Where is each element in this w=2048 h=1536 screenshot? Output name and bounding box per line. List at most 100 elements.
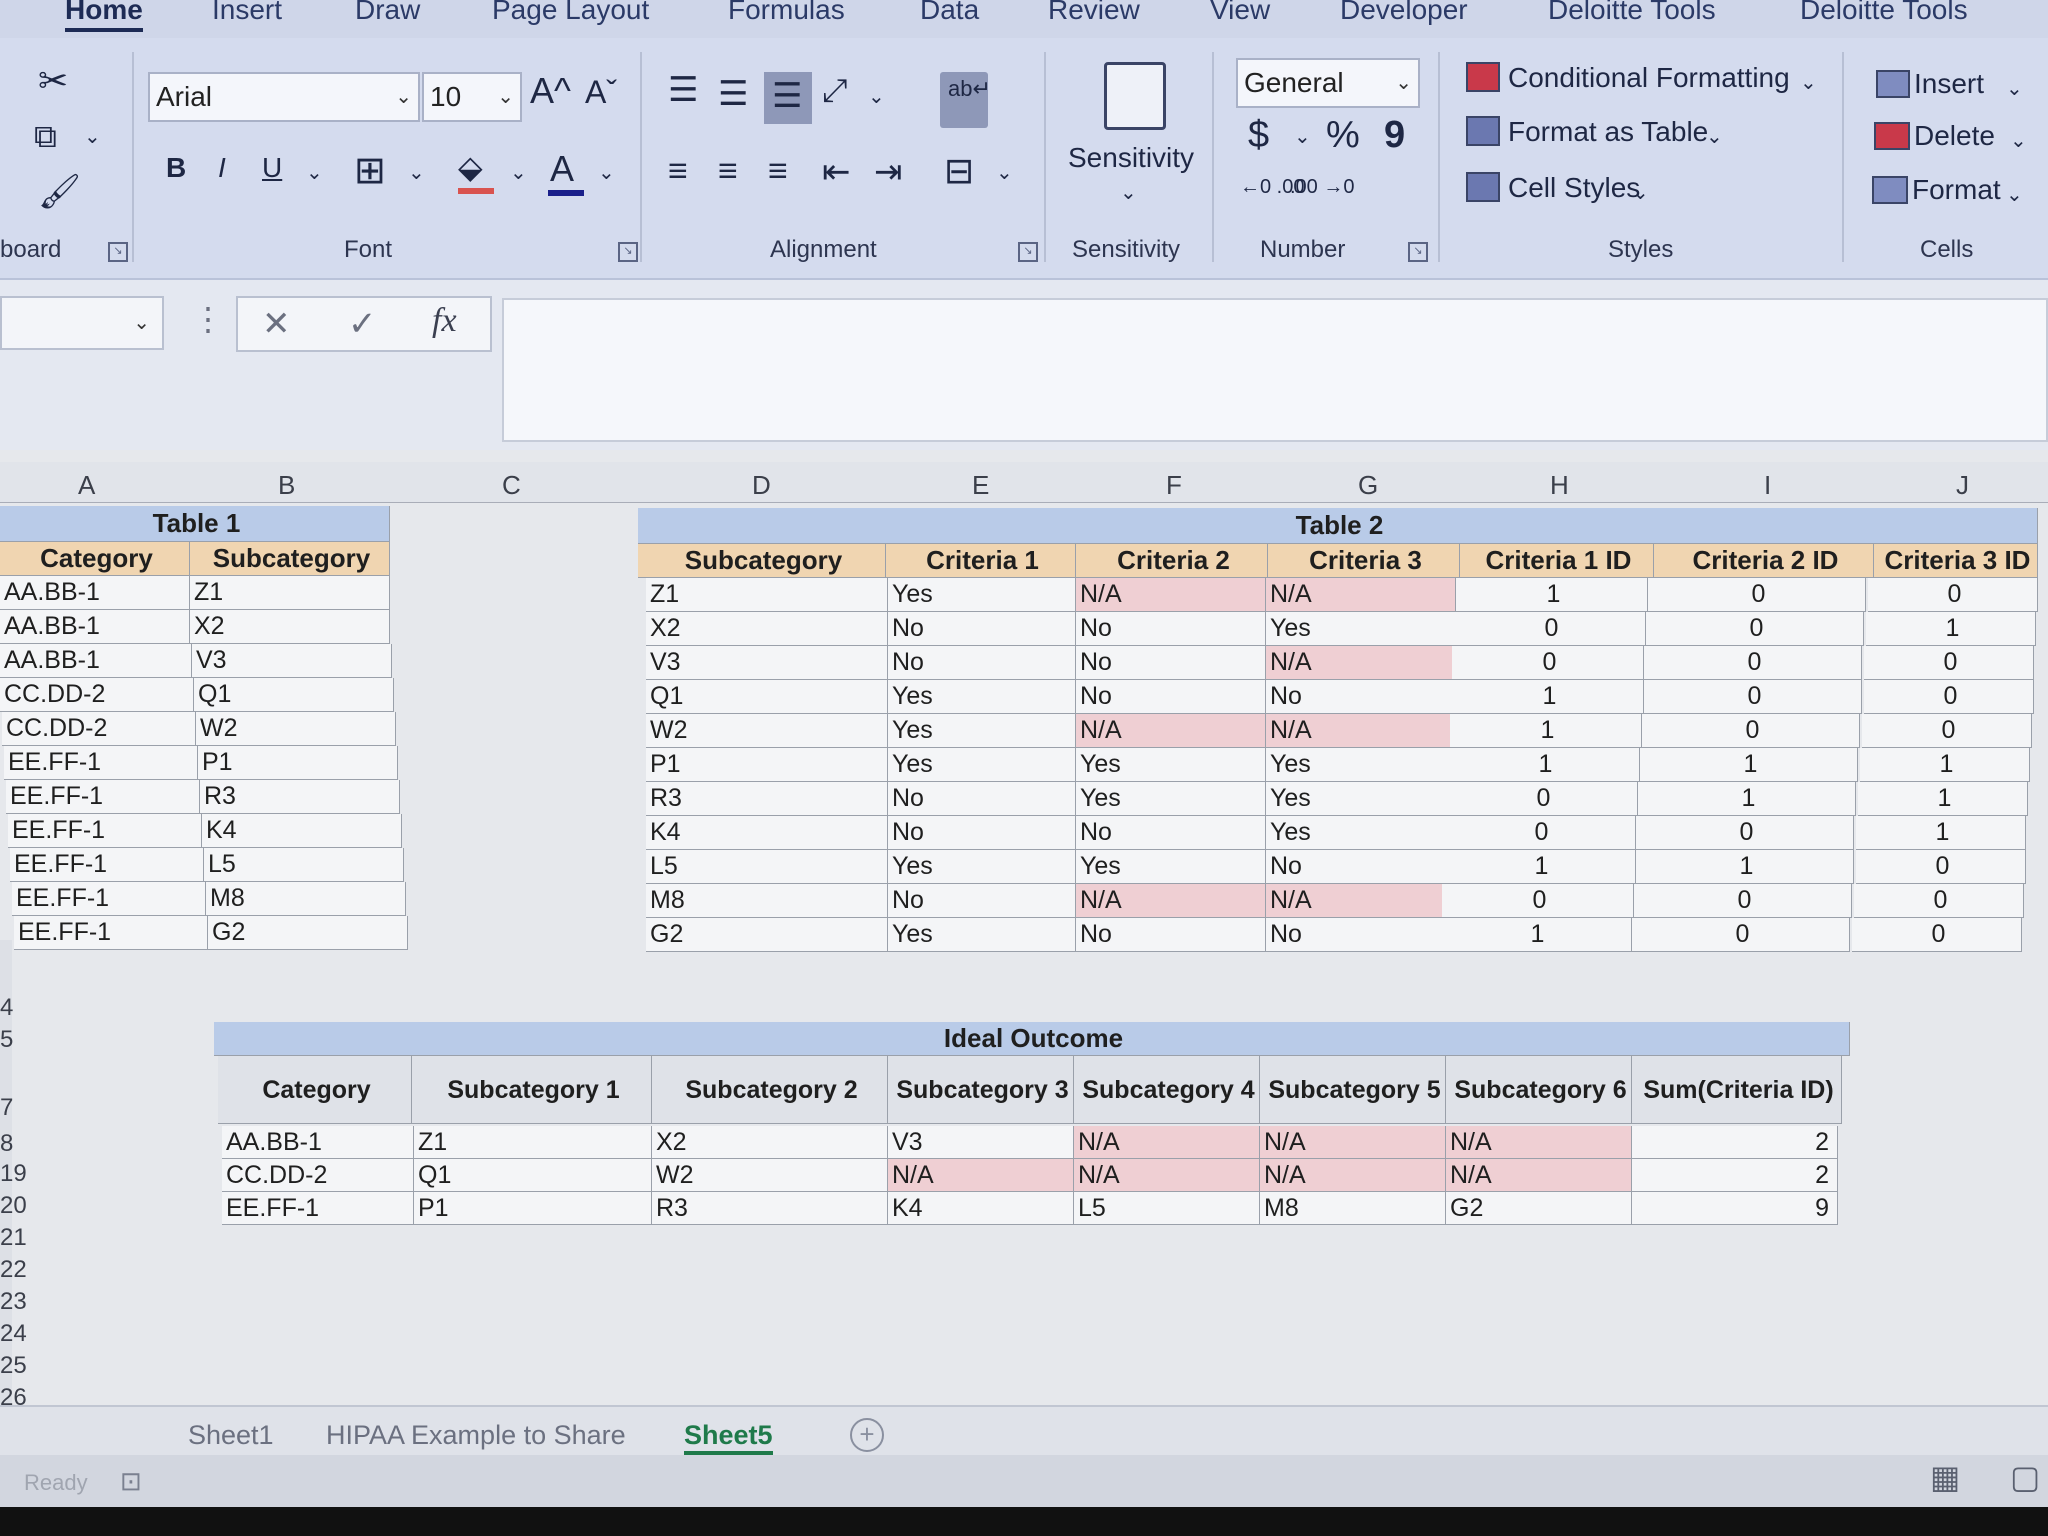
row-number[interactable]: 4 <box>0 994 13 1022</box>
table2-cell[interactable]: No <box>1076 918 1266 952</box>
row-number[interactable]: 22 <box>0 1256 27 1284</box>
table2-cell[interactable]: 1 <box>1858 782 2028 816</box>
tab-page-layout[interactable]: Page Layout <box>492 0 649 26</box>
table2-cell[interactable]: W2 <box>646 714 888 748</box>
table2-cell[interactable]: 1 <box>1866 612 2036 646</box>
ideal-cell[interactable]: N/A <box>1074 1159 1260 1192</box>
format-cells-button[interactable]: Format <box>1912 174 2001 206</box>
table2-cell[interactable]: No <box>1076 646 1266 680</box>
table2-cell[interactable]: 0 <box>1454 612 1646 646</box>
table1-cell-subcategory[interactable]: Z1 <box>190 576 390 610</box>
table2-cell[interactable]: No <box>888 646 1076 680</box>
table2-cell[interactable]: Yes <box>888 680 1076 714</box>
copy-icon[interactable]: ⧉ <box>34 118 57 156</box>
ideal-cell[interactable]: K4 <box>888 1192 1074 1225</box>
row-number[interactable]: 19 <box>0 1160 27 1188</box>
table2-cell[interactable]: 0 <box>1862 714 2032 748</box>
ideal-cell[interactable]: AA.BB-1 <box>222 1126 414 1159</box>
table1-cell-category[interactable]: CC.DD-2 <box>2 712 196 746</box>
shrink-font-button[interactable]: Aˇ <box>585 74 617 111</box>
table1-header-category[interactable]: Category <box>0 542 190 576</box>
column-header-d[interactable]: D <box>752 470 771 501</box>
ideal-cell[interactable]: 9 <box>1632 1192 1838 1225</box>
table1-cell-subcategory[interactable]: M8 <box>206 882 406 916</box>
table2-cell[interactable]: Yes <box>1076 782 1266 816</box>
row-number[interactable]: 24 <box>0 1320 27 1348</box>
more-options-icon[interactable]: ⋮ <box>192 300 224 338</box>
table2-header[interactable]: Criteria 3 <box>1268 544 1460 578</box>
table2-cell[interactable]: No <box>1266 850 1456 884</box>
bold-button[interactable]: B <box>166 152 186 184</box>
ideal-header[interactable]: Category <box>218 1056 412 1124</box>
table2-header[interactable]: Criteria 2 <box>1076 544 1268 578</box>
ideal-cell[interactable]: L5 <box>1074 1192 1260 1225</box>
page-layout-view-icon[interactable]: ▢ <box>2010 1458 2040 1496</box>
tab-review[interactable]: Review <box>1048 0 1140 26</box>
table2-cell[interactable]: Yes <box>1266 782 1456 816</box>
currency-button[interactable]: $ <box>1248 114 1269 157</box>
table2-cell[interactable]: 0 <box>1864 680 2034 714</box>
table2-cell[interactable]: 1 <box>1444 850 1636 884</box>
table2-cell[interactable]: Yes <box>888 850 1076 884</box>
table2-header[interactable]: Criteria 1 ID <box>1460 544 1654 578</box>
insert-dropdown-icon[interactable]: ⌄ <box>2006 76 2023 101</box>
table2-cell[interactable]: 1 <box>1856 816 2026 850</box>
ideal-header[interactable]: Subcategory 1 <box>412 1056 652 1124</box>
table2-cell[interactable]: 1 <box>1448 748 1640 782</box>
currency-dropdown-icon[interactable]: ⌄ <box>1294 124 1311 149</box>
table1-cell-subcategory[interactable]: R3 <box>200 780 400 814</box>
table2-header[interactable]: Criteria 2 ID <box>1654 544 1874 578</box>
table2-cell[interactable]: No <box>888 612 1076 646</box>
column-header-f[interactable]: F <box>1166 470 1182 501</box>
ideal-header[interactable]: Sum(Criteria ID) <box>1632 1056 1842 1124</box>
align-middle-icon[interactable]: ☰ <box>718 74 748 114</box>
comma-button[interactable]: 9 <box>1384 114 1405 157</box>
grow-font-button[interactable]: A^ <box>530 70 571 112</box>
table2-cell[interactable]: 0 <box>1646 612 1864 646</box>
tab-insert[interactable]: Insert <box>212 0 282 26</box>
font-color-dropdown-icon[interactable]: ⌄ <box>598 160 615 185</box>
ideal-cell[interactable]: 2 <box>1632 1126 1838 1159</box>
table2-cell[interactable]: L5 <box>646 850 888 884</box>
table2-cell[interactable]: 0 <box>1868 578 2038 612</box>
table2-cell[interactable]: 1 <box>1450 714 1642 748</box>
add-sheet-icon[interactable]: + <box>850 1418 884 1452</box>
format-dropdown-icon[interactable]: ⌄ <box>2006 182 2023 207</box>
row-number[interactable]: 23 <box>0 1288 27 1316</box>
ideal-header[interactable]: Subcategory 4 <box>1074 1056 1260 1124</box>
table2-cell[interactable]: No <box>888 782 1076 816</box>
table2-cell[interactable]: 1 <box>1640 748 1858 782</box>
format-as-table-dropdown-icon[interactable]: ⌄ <box>1706 124 1723 149</box>
ideal-cell[interactable]: 2 <box>1632 1159 1838 1192</box>
column-header-c[interactable]: C <box>502 470 521 501</box>
table2-header[interactable]: Subcategory <box>638 544 886 578</box>
table1-cell-category[interactable]: EE.FF-1 <box>10 848 204 882</box>
table1-cell-subcategory[interactable]: G2 <box>208 916 408 950</box>
ideal-header[interactable]: Subcategory 6 <box>1446 1056 1632 1124</box>
table2-cell[interactable]: 0 <box>1856 850 2026 884</box>
table2-cell[interactable]: 1 <box>1636 850 1854 884</box>
column-header-b[interactable]: B <box>278 470 295 501</box>
ideal-cell[interactable]: P1 <box>414 1192 652 1225</box>
orientation-dropdown-icon[interactable]: ⌄ <box>868 84 885 109</box>
fill-color-icon[interactable]: ⬙ <box>458 148 483 186</box>
table2-cell[interactable]: 0 <box>1632 918 1850 952</box>
tab-data[interactable]: Data <box>920 0 979 26</box>
table2-cell[interactable]: 0 <box>1852 918 2022 952</box>
conditional-formatting-dropdown-icon[interactable]: ⌄ <box>1800 70 1817 95</box>
row-number[interactable]: 7 <box>0 1094 13 1122</box>
ideal-cell[interactable]: N/A <box>1074 1126 1260 1159</box>
sheet-tab-sheet5[interactable]: Sheet5 <box>684 1420 773 1455</box>
delete-dropdown-icon[interactable]: ⌄ <box>2010 128 2027 153</box>
row-number[interactable]: 20 <box>0 1192 27 1220</box>
row-number[interactable]: 25 <box>0 1352 27 1380</box>
merge-dropdown-icon[interactable]: ⌄ <box>996 160 1013 185</box>
align-right-icon[interactable]: ≡ <box>768 152 788 191</box>
table2-cell[interactable]: 0 <box>1644 680 1862 714</box>
alignment-launcher-icon[interactable]: ↘ <box>1018 242 1038 262</box>
table2-cell[interactable]: N/A <box>1076 884 1266 918</box>
table2-cell[interactable]: Q1 <box>646 680 888 714</box>
table2-cell[interactable]: No <box>888 884 1076 918</box>
insert-function-icon[interactable]: fx <box>432 302 457 340</box>
table2-cell[interactable]: No <box>1076 612 1266 646</box>
